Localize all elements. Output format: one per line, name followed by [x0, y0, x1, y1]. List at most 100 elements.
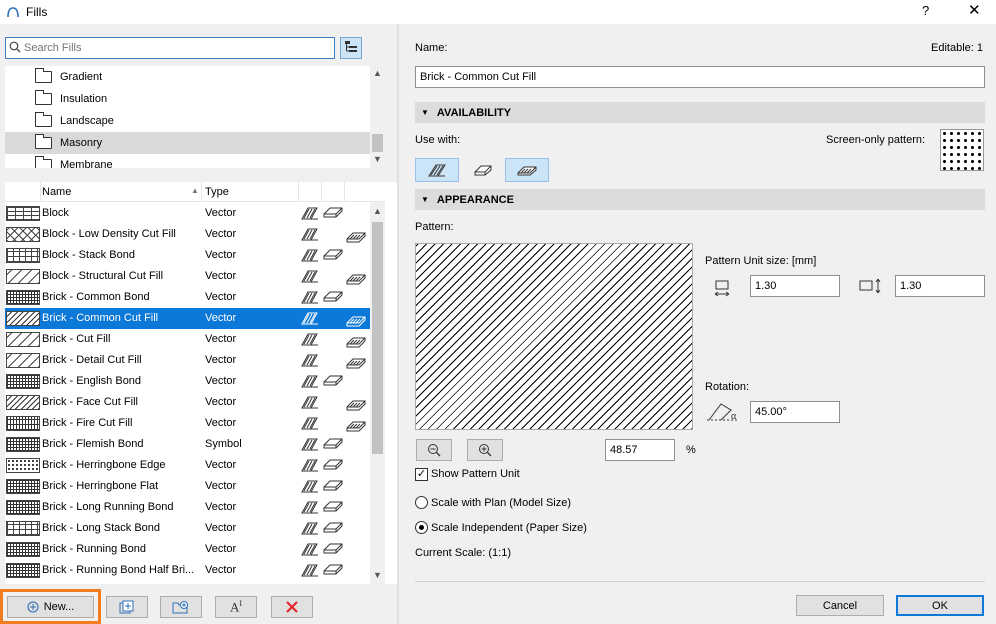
scroll-down-icon[interactable]: ▼ — [370, 570, 385, 580]
use-drafting-fill-toggle[interactable] — [505, 158, 549, 182]
fill-row[interactable]: Brick - Herringbone Edge Vector — [5, 455, 370, 476]
fill-pattern-swatch — [6, 521, 40, 536]
use-cut-fill-toggle[interactable] — [415, 158, 459, 182]
folder-scrollbar[interactable]: ▲ ▼ — [370, 66, 385, 168]
fill-pattern-swatch — [6, 248, 40, 263]
cut-fill-icon — [301, 207, 321, 220]
fill-name: Brick - Running Bond Half Bri... — [42, 564, 195, 576]
folder-item[interactable]: Masonry — [5, 132, 385, 154]
fill-row[interactable]: Brick - English Bond Vector — [5, 371, 370, 392]
folder-label: Masonry — [60, 137, 103, 149]
bottom-toolbar: New... AI — [0, 589, 397, 624]
folder-item[interactable]: Insulation — [5, 88, 385, 110]
fill-pattern-swatch — [6, 479, 40, 494]
zoom-in-button[interactable] — [467, 439, 503, 461]
drafting-fill-icon — [346, 420, 368, 433]
title-bar: Fills ? ✕ — [0, 0, 996, 24]
fill-type: Vector — [205, 312, 237, 324]
delete-icon — [285, 600, 299, 614]
fill-name: Brick - Running Bond — [42, 543, 146, 555]
fill-row[interactable]: Brick - Common Cut Fill Vector — [5, 308, 370, 329]
plus-circle-icon — [27, 601, 39, 613]
appearance-title: APPEARANCE — [436, 193, 514, 206]
fill-pattern-swatch — [6, 206, 40, 221]
cut-fill-icon — [301, 249, 321, 262]
fill-row[interactable]: Brick - Flemish Bond Symbol — [5, 434, 370, 455]
fill-name: Brick - Detail Cut Fill — [42, 354, 142, 366]
fill-pattern-swatch — [6, 353, 40, 368]
fill-pattern-swatch — [6, 311, 40, 326]
fill-row[interactable]: Brick - Fire Cut Fill Vector — [5, 413, 370, 434]
zoom-field[interactable]: 48.57 — [605, 439, 675, 461]
fill-row[interactable]: Block - Stack Bond Vector — [5, 245, 370, 266]
name-field[interactable]: Brick - Common Cut Fill — [415, 66, 985, 88]
cover-fill-icon — [323, 290, 345, 303]
scale-plan-radio[interactable] — [415, 496, 428, 509]
fill-type: Vector — [205, 459, 237, 471]
fill-row[interactable]: Brick - Herringbone Flat Vector — [5, 476, 370, 497]
folder-item[interactable]: Gradient — [5, 66, 385, 88]
fill-row[interactable]: Brick - Common Bond Vector — [5, 287, 370, 308]
unit-y-field[interactable]: 1.30 — [895, 275, 985, 297]
new-button[interactable]: New... — [7, 596, 94, 618]
fill-pattern-swatch — [6, 269, 40, 284]
fill-row[interactable]: Brick - Face Cut Fill Vector — [5, 392, 370, 413]
drafting-fill-icon — [346, 336, 368, 349]
fill-row[interactable]: Brick - Running Bond Half Bri... Vector — [5, 560, 370, 581]
drafting-fill-icon — [346, 315, 368, 328]
scroll-down-icon[interactable]: ▼ — [370, 154, 385, 164]
scroll-up-icon[interactable]: ▲ — [370, 206, 385, 216]
folder-item[interactable]: Landscape — [5, 110, 385, 132]
zoom-unit: % — [686, 444, 696, 456]
scroll-thumb[interactable] — [372, 134, 383, 152]
name-field-value: Brick - Common Cut Fill — [420, 71, 537, 83]
use-cover-fill-toggle[interactable] — [461, 158, 505, 182]
screen-only-label: Screen-only pattern: — [826, 134, 926, 146]
folder-item[interactable]: Membrane — [5, 154, 385, 168]
screen-only-pattern-swatch[interactable] — [940, 129, 984, 171]
scale-independent-radio[interactable] — [415, 521, 428, 534]
cut-fill-icon — [301, 312, 321, 325]
rename-button[interactable]: AI — [215, 596, 257, 618]
editable-status: Editable: 1 — [931, 42, 983, 54]
add-folder-button[interactable] — [160, 596, 202, 618]
scroll-up-icon[interactable]: ▲ — [370, 68, 385, 78]
delete-button[interactable] — [271, 596, 313, 618]
fill-name: Brick - Common Cut Fill — [42, 312, 159, 324]
list-scrollbar[interactable]: ▲ ▼ — [370, 202, 385, 584]
zoom-out-icon — [427, 443, 441, 457]
tree-view-button[interactable] — [340, 37, 362, 59]
close-button[interactable]: ✕ — [968, 1, 981, 19]
scroll-thumb[interactable] — [372, 222, 383, 454]
drafting-fill-icon — [346, 231, 368, 244]
availability-section[interactable]: ▼ AVAILABILITY — [415, 102, 985, 123]
fill-pattern-swatch — [6, 542, 40, 557]
fill-type: Vector — [205, 417, 237, 429]
fill-row[interactable]: Block - Structural Cut Fill Vector — [5, 266, 370, 287]
zoom-out-button[interactable] — [416, 439, 452, 461]
ok-button[interactable]: OK — [896, 595, 984, 616]
fill-row[interactable]: Block - Low Density Cut Fill Vector — [5, 224, 370, 245]
duplicate-button[interactable] — [106, 596, 148, 618]
search-input[interactable] — [24, 42, 334, 54]
rotation-value: 45.00° — [755, 406, 787, 418]
fill-row[interactable]: Brick - Running Bond Vector — [5, 539, 370, 560]
fill-row[interactable]: Brick - Long Running Bond Vector — [5, 497, 370, 518]
fill-row[interactable]: Brick - Long Stack Bond Vector — [5, 518, 370, 539]
fill-row[interactable]: Brick - Detail Cut Fill Vector — [5, 350, 370, 371]
drafting-fill-icon — [516, 163, 538, 177]
fill-type: Vector — [205, 228, 237, 240]
add-folder-icon — [172, 600, 190, 614]
fill-row[interactable]: Brick - Cut Fill Vector — [5, 329, 370, 350]
folder-icon — [35, 134, 52, 149]
help-button[interactable]: ? — [922, 3, 929, 18]
unit-x-field[interactable]: 1.30 — [750, 275, 840, 297]
cancel-button[interactable]: Cancel — [796, 595, 884, 616]
rotation-field[interactable]: 45.00° — [750, 401, 840, 423]
folder-tree: Gradient Insulation Landscape Masonry Membra… — [5, 66, 385, 168]
column-name-header[interactable]: Name — [42, 186, 71, 198]
fill-row[interactable]: Block Vector — [5, 203, 370, 224]
column-type-header[interactable]: Type — [205, 186, 229, 198]
show-unit-checkbox[interactable]: ✓ — [415, 468, 428, 481]
appearance-section[interactable]: ▼ APPEARANCE — [415, 189, 985, 210]
